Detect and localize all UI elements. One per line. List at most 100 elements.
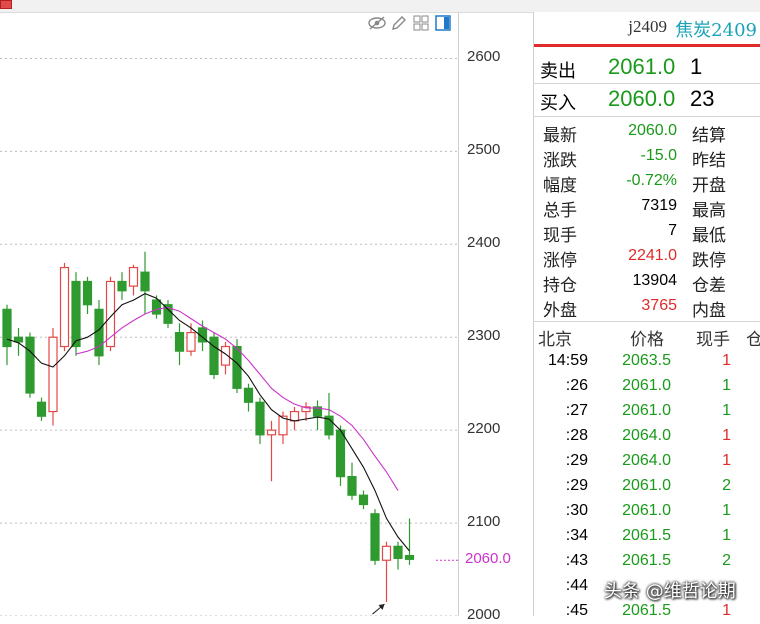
- tick-price: 2061.0: [622, 502, 671, 519]
- tick-time: :43: [565, 552, 588, 569]
- quote-value: 7319: [641, 197, 677, 214]
- quote-label: 现手: [543, 226, 577, 246]
- price-tick-label: 2000: [467, 606, 501, 623]
- tick-row: :34 2061.5 1: [534, 524, 760, 549]
- candle-body: [335, 429, 346, 478]
- quote-right-label: 昨结: [692, 151, 726, 171]
- contract-code: j2409: [628, 17, 667, 36]
- tick-volume: 1: [722, 352, 731, 369]
- tick-row: :26 2061.0 1: [534, 374, 760, 399]
- candlestick-chart[interactable]: 2015.0: [0, 12, 460, 624]
- quote-right-label: 最低: [692, 226, 726, 246]
- candle-body: [404, 554, 415, 560]
- tick-price: 2061.0: [622, 377, 671, 394]
- contract-name[interactable]: 焦炭2409: [675, 16, 757, 42]
- quote-right-label: 跌停: [692, 251, 726, 271]
- quote-panel: j2409 焦炭2409 卖出 2061.0 1 买入 2060.0 23 最新…: [533, 12, 760, 619]
- candle-body: [151, 299, 162, 315]
- tick-time: :28: [565, 427, 588, 444]
- quote-value: -0.72%: [626, 172, 677, 189]
- buy-label: 买入: [540, 93, 576, 114]
- quote-right-label: 内盘: [692, 301, 726, 321]
- tick-row: :28 2064.0 1: [534, 424, 760, 449]
- quote-label: 幅度: [543, 176, 577, 196]
- sell-volume: 1: [690, 54, 703, 79]
- tick-price: 2061.0: [622, 402, 671, 419]
- low-arrowhead: [378, 604, 385, 611]
- sell-price: 2061.0: [608, 54, 676, 79]
- price-tick-label: 2200: [467, 420, 501, 438]
- tick-volume: 1: [722, 452, 731, 469]
- tick-volume: 1: [722, 527, 731, 544]
- quote-row: 幅度 -0.72% 开盘: [534, 169, 760, 196]
- quote-right-label: 开盘: [692, 176, 726, 196]
- quote-value: 7: [668, 222, 677, 239]
- tick-volume: 1: [722, 602, 731, 619]
- ticks-header-time: 北京: [538, 330, 572, 350]
- quote-row: 总手 7319 最高: [534, 194, 760, 221]
- candle-body: [289, 410, 300, 422]
- tick-time: :45: [565, 602, 588, 619]
- tick-time: :44: [565, 577, 588, 594]
- contract-title: j2409 焦炭2409: [534, 12, 760, 44]
- divider: [534, 83, 760, 84]
- watermark: 头条 @维哲论期: [604, 581, 736, 602]
- tick-volume: 1: [722, 427, 731, 444]
- tick-price: 2061.0: [622, 477, 671, 494]
- price-tick-label: 2600: [467, 48, 501, 66]
- tick-time: :29: [565, 452, 588, 469]
- tick-price: 2061.5: [622, 527, 671, 544]
- quote-value: -15.0: [640, 147, 677, 164]
- candle-body: [381, 545, 392, 561]
- quote-value: 13904: [632, 272, 678, 289]
- quote-row: 外盘 3765 内盘: [534, 294, 760, 321]
- sell-row[interactable]: 卖出 2061.0 1: [534, 53, 760, 83]
- candle-body: [71, 280, 81, 348]
- candle-body: [347, 476, 357, 496]
- ticks-header-position: 仓: [746, 330, 760, 350]
- ticks-header-volume: 现手: [696, 330, 730, 350]
- candle-body: [209, 336, 219, 376]
- price-tick-label: 2100: [467, 513, 501, 531]
- close-icon[interactable]: [0, 0, 12, 9]
- candle-body: [266, 429, 277, 436]
- tick-row: :29 2064.0 1: [534, 449, 760, 474]
- ma-long-line: [75, 306, 399, 491]
- candle-body: [13, 336, 24, 343]
- tick-time: :26: [565, 377, 588, 394]
- tick-time: :29: [565, 477, 588, 494]
- tick-time: :34: [565, 527, 588, 544]
- chart-canvas: 2015.0: [0, 57, 458, 624]
- quote-value: 2241.0: [628, 247, 677, 264]
- quote-row: 最新 2060.0 结算: [534, 119, 760, 146]
- tick-volume: 2: [722, 552, 731, 569]
- candle-body: [117, 280, 127, 292]
- quote-label: 总手: [543, 201, 577, 221]
- candle-body: [186, 331, 196, 352]
- price-tick-label: 2300: [467, 327, 501, 345]
- tick-volume: 1: [722, 402, 731, 419]
- quote-row: 持仓 13904 仓差: [534, 269, 760, 296]
- tick-row: :30 2061.0 1: [534, 499, 760, 524]
- ticks-header: 北京 价格 现手 仓: [534, 323, 760, 350]
- divider: [534, 321, 760, 322]
- tick-time: :27: [565, 402, 588, 419]
- candle-body: [255, 401, 265, 436]
- quote-label: 持仓: [543, 276, 577, 296]
- tick-price: 2064.0: [622, 427, 671, 444]
- candle-body: [25, 336, 35, 394]
- candle-body: [393, 545, 403, 559]
- quote-row: 现手 7 最低: [534, 219, 760, 246]
- ticks-header-price: 价格: [630, 330, 664, 350]
- buy-price: 2060.0: [608, 86, 676, 111]
- candle-body: [140, 271, 150, 292]
- quote-row: 涨跌 -15.0 昨结: [534, 144, 760, 171]
- quote-right-label: 最高: [692, 201, 726, 221]
- tick-row: :29 2061.0 2: [534, 474, 760, 499]
- price-tick-label: 2400: [467, 234, 501, 252]
- candle-body: [36, 401, 47, 417]
- quote-right-label: 结算: [692, 126, 726, 146]
- price-tick-label: 2500: [467, 141, 501, 159]
- tick-price: 2063.5: [622, 352, 671, 369]
- buy-row[interactable]: 买入 2060.0 23: [534, 85, 760, 115]
